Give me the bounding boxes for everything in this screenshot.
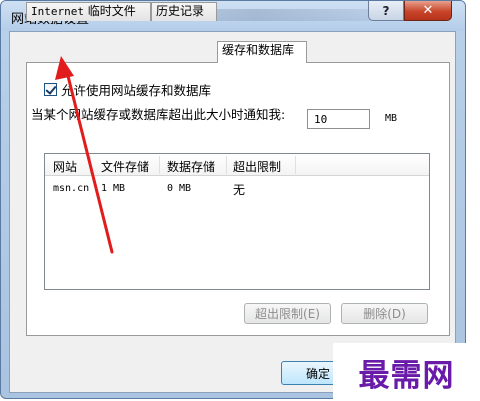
tab-internet-latin: Internet (31, 5, 84, 18)
site-storage-list[interactable]: 网站 文件存储 数据存储 超出限制 msn.cn 1 MB 0 MB 无 (44, 153, 430, 290)
row-file-storage: 1 MB (101, 183, 126, 194)
allow-cache-checkbox[interactable] (44, 83, 57, 96)
list-header: 网站 文件存储 数据存储 超出限制 (45, 154, 429, 176)
column-divider[interactable] (226, 156, 227, 174)
delete-button[interactable]: 删除(D) (341, 303, 428, 324)
question-mark-icon: ? (382, 3, 390, 18)
row-site: msn.cn (53, 183, 90, 194)
quota-size-input[interactable] (307, 109, 370, 129)
column-header-data-storage[interactable]: 数据存储 (167, 158, 215, 175)
row-exceeded: 无 (233, 183, 246, 197)
exceed-limit-button[interactable]: 超出限制(E) (244, 303, 331, 324)
column-divider[interactable] (90, 156, 91, 174)
tab-internet-cjk: 临时文件 (83, 4, 136, 18)
watermark-logo: 最需网 (333, 343, 480, 401)
tab-cache-label: 缓存和数据库 (222, 43, 295, 57)
tab-history-label: 历史记录 (156, 4, 205, 18)
allow-cache-row[interactable]: 允许使用网站缓存和数据库 (44, 80, 211, 99)
column-header-file-storage[interactable]: 文件存储 (101, 158, 149, 175)
tab-internet-temp-files[interactable]: Internet 临时文件 (26, 2, 151, 21)
allow-cache-label: 允许使用网站缓存和数据库 (61, 83, 212, 98)
watermark-text: 最需网 (358, 357, 455, 394)
column-header-site[interactable]: 网站 (53, 158, 77, 175)
close-x-icon: ✕ (422, 3, 434, 18)
quota-label: 当某个网站缓存或数据库超出此大小时通知我: (31, 107, 286, 122)
column-divider[interactable] (159, 156, 160, 174)
tab-history[interactable]: 历史记录 (151, 2, 217, 21)
help-button[interactable]: ? (368, 1, 404, 21)
column-divider[interactable] (295, 156, 296, 174)
column-header-exceeded[interactable]: 超出限制 (233, 158, 281, 175)
close-button[interactable]: ✕ (404, 1, 452, 21)
row-data-storage: 0 MB (167, 183, 192, 194)
screenshot-stage: 网站数据设置 ? ✕ Internet 临时文件 历史记录 缓存和数据库 允许使… (0, 0, 480, 401)
quota-unit: MB (385, 113, 398, 124)
tab-cache-and-databases[interactable]: 缓存和数据库 (217, 41, 307, 63)
